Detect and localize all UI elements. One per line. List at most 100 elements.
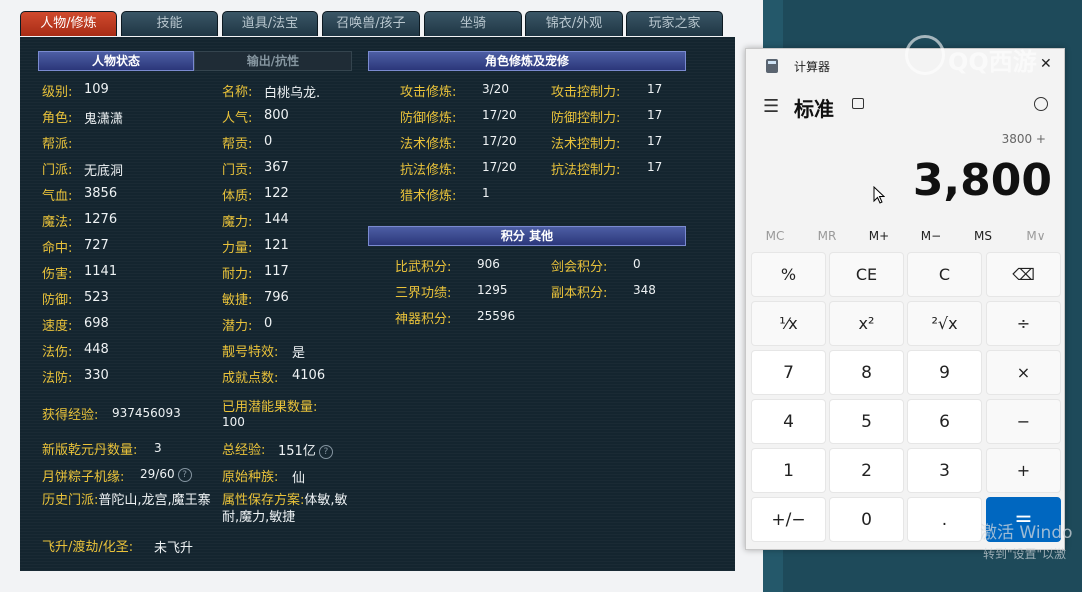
stat-label: 体质: xyxy=(222,189,253,204)
stat-value: 144 xyxy=(264,212,289,227)
history-sect: 历史门派:普陀山,龙宫,魔王寨 xyxy=(42,492,214,509)
points-value: 0 xyxy=(633,257,641,271)
key-1-3[interactable]: ÷ xyxy=(986,301,1061,346)
exp-value: 937456093 xyxy=(112,406,181,420)
key-5-0[interactable]: +/− xyxy=(751,497,826,542)
stat-label: 魔力: xyxy=(222,215,253,230)
control-value: 17 xyxy=(647,82,663,96)
tab-4[interactable]: 坐骑 xyxy=(424,11,522,36)
tab-1[interactable]: 技能 xyxy=(121,11,218,36)
tab-2[interactable]: 道具/法宝 xyxy=(222,11,318,36)
mode-title: 标准 xyxy=(794,97,834,121)
points-label: 剑会积分: xyxy=(551,260,608,275)
menu-icon[interactable]: ☰ xyxy=(763,96,779,117)
stat-value: 117 xyxy=(264,264,289,279)
attr-scheme: 属性保存方案:体敏,敏耐,魔力,敏捷 xyxy=(222,492,352,526)
potion-value: 100 xyxy=(222,415,245,429)
tab-0[interactable]: 人物/修炼 xyxy=(20,11,117,36)
stat-value: 448 xyxy=(84,342,109,357)
key-3-0[interactable]: 4 xyxy=(751,399,826,444)
stat-value: 无底洞 xyxy=(84,164,124,179)
memory-button-3[interactable]: M− xyxy=(911,229,951,243)
result-display: 3,800 xyxy=(912,155,1052,206)
stat-value: 796 xyxy=(264,290,289,305)
key-4-0[interactable]: 1 xyxy=(751,448,826,493)
exp-label: 获得经验: xyxy=(42,408,99,423)
tab-3[interactable]: 召唤兽/孩子 xyxy=(322,11,420,36)
memory-button-0[interactable]: MC xyxy=(755,229,795,243)
attr-label: 属性保存方案: xyxy=(222,493,305,508)
key-1-1[interactable]: x² xyxy=(829,301,904,346)
potion-label: 已用潜能果数量: xyxy=(222,400,318,415)
memory-button-2[interactable]: M+ xyxy=(859,229,899,243)
keep-on-top-icon[interactable] xyxy=(852,98,864,109)
tab-6[interactable]: 玩家之家 xyxy=(626,11,723,36)
cultivation-label: 防御修炼: xyxy=(400,111,457,126)
memory-button-5[interactable]: M∨ xyxy=(1016,229,1056,243)
history-icon[interactable] xyxy=(1034,97,1048,111)
key-4-2[interactable]: 3 xyxy=(907,448,982,493)
qianyuan-label: 新版乾元丹数量: xyxy=(42,443,138,458)
key-5-2[interactable]: . xyxy=(907,497,982,542)
stat-label: 成就点数: xyxy=(222,371,279,386)
key-5-1[interactable]: 0 xyxy=(829,497,904,542)
qianyuan-value: 3 xyxy=(154,441,162,455)
race-label: 原始种族: xyxy=(222,470,279,485)
history-label: 历史门派: xyxy=(42,493,99,508)
key-2-1[interactable]: 8 xyxy=(829,350,904,395)
activate-windows-line1: 激活 Windo xyxy=(980,523,1073,543)
key-4-3[interactable]: + xyxy=(986,448,1061,493)
key-3-3[interactable]: − xyxy=(986,399,1061,444)
stat-value: 523 xyxy=(84,290,109,305)
qq-logo-icon xyxy=(905,35,945,75)
key-4-1[interactable]: 2 xyxy=(829,448,904,493)
key-1-0[interactable]: ¹⁄x xyxy=(751,301,826,346)
stat-label: 人气: xyxy=(222,111,253,126)
stat-label: 门贡: xyxy=(222,163,253,178)
cultivation-label: 法术修炼: xyxy=(400,137,457,152)
key-0-2[interactable]: C xyxy=(907,252,982,297)
memory-button-4[interactable]: MS xyxy=(963,229,1003,243)
key-3-2[interactable]: 6 xyxy=(907,399,982,444)
key-2-0[interactable]: 7 xyxy=(751,350,826,395)
stat-value: 800 xyxy=(264,108,289,123)
help-icon[interactable]: ? xyxy=(318,444,333,459)
stat-label: 魔法: xyxy=(42,215,73,230)
stat-value: 1276 xyxy=(84,212,118,227)
close-icon[interactable]: ✕ xyxy=(1040,56,1052,72)
header-output-resistance[interactable]: 输出/抗性 xyxy=(194,51,352,71)
calculator-app-icon xyxy=(766,59,778,73)
stat-value: 是 xyxy=(292,346,306,361)
header-points: 积分 其他 xyxy=(368,226,686,246)
help-icon[interactable]: ? xyxy=(177,467,192,482)
stat-value: 0 xyxy=(264,134,273,149)
stat-label: 法防: xyxy=(42,371,73,386)
key-2-3[interactable]: × xyxy=(986,350,1061,395)
key-0-3[interactable]: ⌫ xyxy=(986,252,1061,297)
mooncake-value: 29/60? xyxy=(140,467,192,482)
tab-5[interactable]: 锦衣/外观 xyxy=(525,11,623,36)
key-1-2[interactable]: ²√x xyxy=(907,301,982,346)
points-value: 348 xyxy=(633,283,656,297)
header-cultivation: 角色修炼及宠修 xyxy=(368,51,686,71)
stat-label: 潜力: xyxy=(222,319,253,334)
control-label: 攻击控制力: xyxy=(551,85,621,100)
mouse-cursor-icon xyxy=(873,186,885,204)
key-0-1[interactable]: CE xyxy=(829,252,904,297)
window-title: 计算器 xyxy=(794,60,831,74)
memory-button-1[interactable]: MR xyxy=(807,229,847,243)
stat-value: 4106 xyxy=(292,368,326,383)
stat-label: 门派: xyxy=(42,163,73,178)
stat-label: 敏捷: xyxy=(222,293,253,308)
key-2-2[interactable]: 9 xyxy=(907,350,982,395)
activate-windows-line2: 转到"设置"以激 xyxy=(983,547,1067,561)
stat-label: 帮贡: xyxy=(222,137,253,152)
points-value: 25596 xyxy=(477,309,516,323)
key-3-1[interactable]: 5 xyxy=(829,399,904,444)
stat-value: 122 xyxy=(264,186,289,201)
key-0-0[interactable]: % xyxy=(751,252,826,297)
header-character-status[interactable]: 人物状态 xyxy=(38,51,194,71)
stat-value: 1141 xyxy=(84,264,118,279)
stat-label: 防御: xyxy=(42,293,73,308)
stat-value: 白桃乌龙. xyxy=(264,86,321,101)
